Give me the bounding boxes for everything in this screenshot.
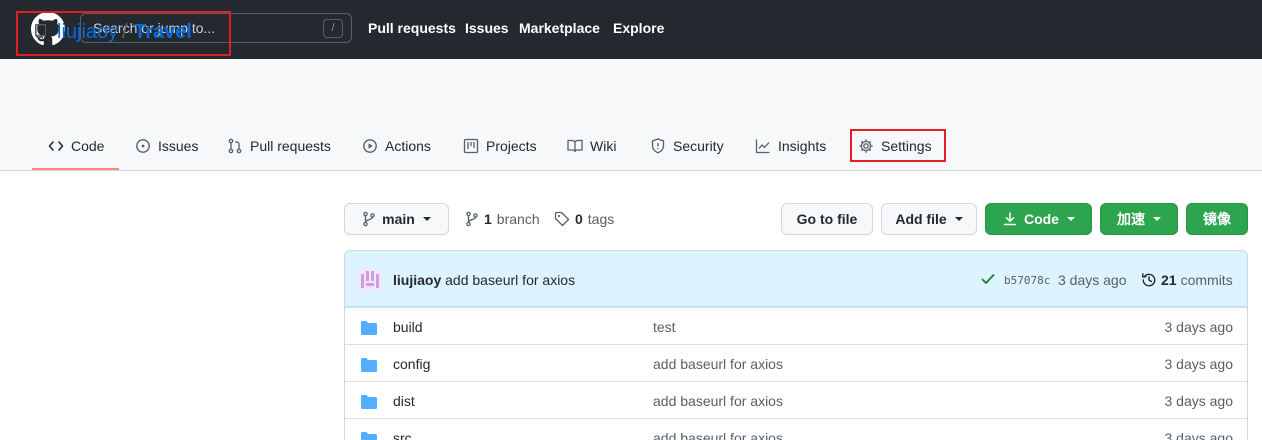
nav-explore[interactable]: Explore [613, 20, 664, 36]
play-icon [363, 139, 377, 153]
nav-pull-requests[interactable]: Pull requests [368, 20, 456, 36]
file-commit-time: 3 days ago [1164, 430, 1234, 440]
commit-time: 3 days ago [1058, 272, 1127, 288]
shield-icon [651, 138, 665, 154]
chevron-down-icon [1153, 217, 1161, 221]
folder-icon [361, 321, 377, 335]
tag-icon [554, 211, 570, 227]
tab-label: Projects [486, 138, 537, 154]
branch-label: main [382, 211, 415, 227]
tags-link[interactable]: 0 tags [554, 211, 614, 227]
tab-label: Settings [881, 138, 932, 154]
tab-insights[interactable]: Insights [755, 136, 826, 156]
latest-commit-bar: liujiaoy add baseurl for axios b57078c 3… [345, 251, 1247, 307]
code-button-label: Code [1024, 211, 1059, 227]
nav-issues[interactable]: Issues [465, 20, 509, 36]
add-file-button[interactable]: Add file [881, 203, 977, 235]
add-file-label: Add file [895, 211, 947, 227]
file-list: liujiaoy add baseurl for axios b57078c 3… [344, 250, 1248, 440]
nav-marketplace[interactable]: Marketplace [519, 20, 600, 36]
tab-issues[interactable]: Issues [135, 136, 198, 156]
tag-word: tags [587, 211, 615, 227]
folder-icon [361, 358, 377, 372]
tab-settings[interactable]: Settings [858, 136, 932, 156]
branch-count: 1 [484, 211, 492, 227]
tab-label: Actions [385, 138, 431, 154]
folder-icon [361, 395, 377, 409]
file-commit-message[interactable]: add baseurl for axios [653, 356, 783, 372]
tab-label: Wiki [590, 138, 617, 154]
file-row: src add baseurl for axios 3 days ago [345, 418, 1247, 440]
tab-pull-requests[interactable]: Pull requests [227, 136, 331, 156]
check-icon[interactable] [981, 273, 995, 285]
accelerate-button[interactable]: 加速 [1100, 203, 1178, 235]
book-icon [567, 139, 583, 153]
commit-sha[interactable]: b57078c [1004, 274, 1050, 287]
tab-code[interactable]: Code [48, 136, 104, 156]
chevron-down-icon [954, 217, 963, 221]
mirror-label: 镜像 [1203, 211, 1231, 227]
tab-label: Security [673, 138, 724, 154]
code-download-button[interactable]: Code [985, 203, 1092, 235]
tab-projects[interactable]: Projects [463, 136, 537, 156]
file-commit-time: 3 days ago [1164, 319, 1234, 335]
chevron-down-icon [1067, 217, 1075, 221]
go-to-file-label: Go to file [796, 211, 858, 227]
repo-owner-link[interactable]: liujiaoy [57, 21, 118, 44]
commit-count-word: commits [1180, 272, 1233, 288]
commit-message: liujiaoy add baseurl for axios [393, 272, 575, 288]
repo-icon [35, 24, 46, 39]
file-commit-message[interactable]: add baseurl for axios [653, 430, 783, 440]
commits-history-link[interactable]: 21 commits [1141, 272, 1233, 288]
file-commit-message[interactable]: add baseurl for axios [653, 393, 783, 409]
history-icon [1142, 273, 1156, 287]
file-row: dist add baseurl for axios 3 days ago [345, 381, 1247, 418]
go-to-file-button[interactable]: Go to file [781, 203, 873, 235]
branches-link[interactable]: 1 branch [465, 211, 540, 227]
accelerate-label: 加速 [1117, 211, 1145, 227]
gear-icon [859, 139, 873, 153]
file-row: config add baseurl for axios 3 days ago [345, 344, 1247, 381]
code-icon [48, 141, 64, 151]
file-name-link[interactable]: config [393, 356, 430, 372]
file-row: build test 3 days ago [345, 307, 1247, 344]
chevron-down-icon [422, 217, 431, 221]
mirror-button[interactable]: 镜像 [1186, 203, 1248, 235]
file-name-link[interactable]: build [393, 319, 423, 335]
tab-label: Insights [778, 138, 827, 154]
repo-name-link[interactable]: Travel [134, 21, 192, 44]
branch-icon [363, 211, 375, 227]
selected-tab-underline [32, 168, 119, 170]
commit-count: 21 [1161, 272, 1177, 288]
project-icon [463, 138, 479, 154]
branch-word: branch [496, 211, 540, 227]
tab-wiki[interactable]: Wiki [567, 136, 616, 156]
tab-label: Code [71, 138, 105, 154]
avatar[interactable] [359, 269, 381, 291]
search-shortcut-hint: / [323, 19, 343, 38]
file-name-link[interactable]: dist [393, 393, 415, 409]
file-commit-time: 3 days ago [1164, 356, 1234, 372]
issue-icon [136, 139, 150, 153]
commit-author[interactable]: liujiaoy [393, 272, 441, 288]
file-name-link[interactable]: src [393, 430, 412, 440]
tab-label: Pull requests [250, 138, 331, 154]
tab-actions[interactable]: Actions [362, 136, 431, 156]
file-commit-time: 3 days ago [1164, 393, 1234, 409]
file-commit-message[interactable]: test [653, 319, 676, 335]
branch-icon [466, 211, 478, 227]
repo-path-separator: / [122, 21, 128, 43]
download-icon [1003, 212, 1017, 226]
folder-icon [361, 432, 377, 440]
branch-select-button[interactable]: main [344, 203, 449, 235]
graph-icon [755, 139, 770, 154]
pull-request-icon [228, 138, 242, 154]
tag-count: 0 [575, 211, 583, 227]
commit-text[interactable]: add baseurl for axios [445, 272, 575, 288]
tab-security[interactable]: Security [650, 136, 724, 156]
tab-label: Issues [158, 138, 199, 154]
